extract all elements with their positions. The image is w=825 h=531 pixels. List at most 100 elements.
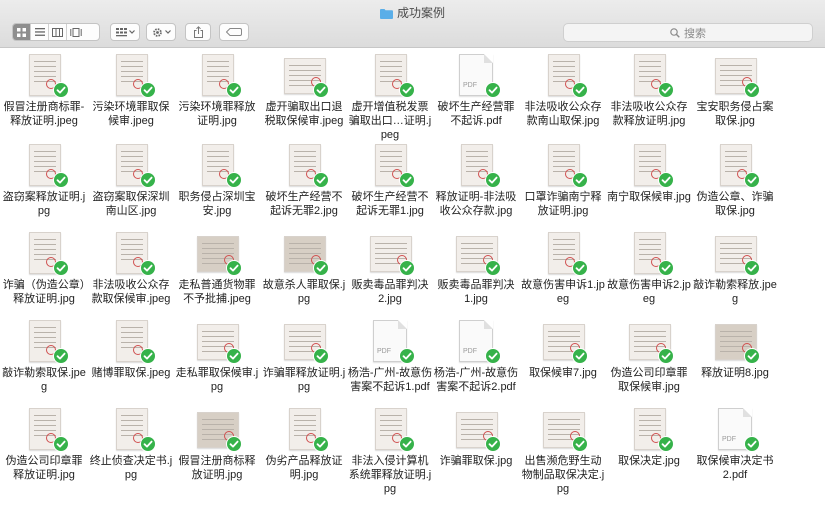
file-name: 诈骗（伪造公章）释放证明.jpg: [2, 279, 86, 305]
file-name: 虚开增值税发票骗取出口…证明.jpeg: [348, 101, 432, 141]
file-name: 非法入侵计算机系统罪释放证明.jpg: [348, 455, 432, 495]
file-name: 南宁取保候审.jpg: [607, 191, 691, 203]
synced-check-icon: [572, 82, 588, 98]
file-name: 非法吸收公众存款南山取保.jpg: [524, 101, 602, 127]
file-name: 盗窃案取保深圳南山区.jpg: [92, 191, 170, 217]
search-placeholder: 搜索: [684, 27, 706, 40]
chevron-down-icon: [128, 30, 135, 34]
synced-check-icon: [140, 260, 156, 276]
view-switcher: [12, 23, 100, 41]
file-name: 故意伤害申诉1.jpeg: [521, 279, 605, 305]
file-name: 盗窃案释放证明.jpg: [2, 191, 86, 217]
synced-check-icon: [226, 82, 242, 98]
synced-check-icon: [572, 436, 588, 452]
synced-check-icon: [658, 260, 674, 276]
file-name: 取保决定.jpg: [618, 455, 680, 467]
file-name: 故意伤害申诉2.jpeg: [607, 279, 691, 305]
file-name: 假冒注册商标释放证明.jpg: [178, 455, 256, 481]
synced-check-icon: [53, 348, 69, 364]
synced-check-icon: [658, 348, 674, 364]
synced-check-icon: [399, 82, 415, 98]
synced-check-icon: [53, 436, 69, 452]
file-name: 故意杀人罪取保.jpg: [262, 279, 346, 305]
file-name: 破坏生产经营不起诉无罪1.jpg: [351, 191, 429, 217]
synced-check-icon: [313, 348, 329, 364]
file-name: 非法吸收公众存款释放证明.jpg: [610, 101, 688, 127]
synced-check-icon: [226, 436, 242, 452]
synced-check-icon: [485, 172, 501, 188]
synced-check-icon: [399, 436, 415, 452]
file-name: 释放证明-非法吸收公众存款.jpg: [435, 191, 517, 217]
file-name: 贩卖毒品罪判决1.jpg: [437, 279, 515, 305]
synced-check-icon: [53, 82, 69, 98]
file-name: 虚开骗取出口退税取保候审.jpeg: [264, 101, 344, 127]
gallery-view-button[interactable]: [67, 24, 84, 40]
share-button[interactable]: [185, 23, 211, 41]
tag-button[interactable]: [219, 23, 249, 41]
gear-icon: [152, 27, 162, 37]
file-icon-grid: 假冒注册商标罪-释放证明.jpeg 污染环境罪取保候审.jpeg 污染环境罪释放证明…: [0, 48, 825, 531]
column-view-button[interactable]: [49, 24, 67, 40]
synced-check-icon: [140, 348, 156, 364]
action-menu-button[interactable]: [146, 23, 176, 41]
file-name: 诈骗罪释放证明.jpg: [262, 367, 346, 393]
file-name: 污染环境罪释放证明.jpg: [178, 101, 256, 127]
file-name: 贩卖毒品罪判决2.jpg: [351, 279, 429, 305]
list-view-icon: [34, 28, 45, 36]
icon-view-icon: [17, 27, 26, 37]
file-name: 诈骗罪取保.jpg: [439, 455, 513, 467]
file-name: 走私罪取保候审.jpg: [175, 367, 259, 393]
synced-check-icon: [140, 82, 156, 98]
toolbar: 成功案例 搜索: [0, 0, 825, 48]
chevron-down-icon: [164, 30, 171, 34]
icon-view-button[interactable]: [13, 24, 31, 40]
synced-check-icon: [313, 82, 329, 98]
synced-check-icon: [313, 436, 329, 452]
synced-check-icon: [226, 348, 242, 364]
file-name: 杨浩-广州-故意伤害案不起诉1.pdf: [347, 367, 433, 393]
synced-check-icon: [572, 172, 588, 188]
file-name: 伪劣产品释放证明.jpg: [265, 455, 343, 481]
finder-window: 成功案例 搜索 假冒注册商标罪-释放证明.jpeg 污染环境罪取保候审.jpeg…: [0, 0, 825, 531]
synced-check-icon: [53, 172, 69, 188]
synced-check-icon: [485, 260, 501, 276]
synced-check-icon: [399, 348, 415, 364]
synced-check-icon: [744, 82, 760, 98]
group-grid-icon: [115, 27, 127, 36]
list-view-button[interactable]: [31, 24, 49, 40]
file-name: 释放证明8.jpg: [701, 367, 769, 379]
synced-check-icon: [399, 172, 415, 188]
synced-check-icon: [658, 172, 674, 188]
file-name: 杨浩-广州-故意伤害案不起诉2.pdf: [433, 367, 519, 393]
file-name: 终止侦查决定书.jpg: [89, 455, 173, 481]
file-name: 走私普通货物罪不予批捕.jpeg: [178, 279, 256, 305]
file-name: 非法吸收公众存款取保候审.jpeg: [91, 279, 171, 305]
file-name: 敲诈勒索释放.jpeg: [693, 279, 777, 305]
synced-check-icon: [485, 436, 501, 452]
synced-check-icon: [53, 260, 69, 276]
gallery-view-icon: [69, 27, 82, 37]
synced-check-icon: [744, 436, 760, 452]
synced-check-icon: [485, 348, 501, 364]
file-name: 伪造公司印章罪取保候审.jpg: [610, 367, 688, 393]
synced-check-icon: [140, 172, 156, 188]
window-title-text: 成功案例: [396, 6, 445, 20]
window-title: 成功案例: [0, 4, 825, 22]
tag-icon: [226, 28, 242, 36]
file-name: 敲诈勒索取保.jpeg: [2, 367, 86, 393]
file-name: 伪造公司印章罪释放证明.jpg: [5, 455, 83, 481]
file-name: 破坏生产经营不起诉无罪2.jpg: [265, 191, 343, 217]
synced-check-icon: [744, 172, 760, 188]
file-name: 宝安职务侵占案取保.jpg: [696, 101, 774, 127]
file-name: 取保候审决定书2.pdf: [696, 455, 774, 481]
group-menu-button[interactable]: [110, 23, 140, 41]
search-field[interactable]: 搜索: [563, 23, 813, 42]
synced-check-icon: [313, 172, 329, 188]
share-icon: [193, 26, 203, 38]
synced-check-icon: [572, 260, 588, 276]
file-name: 出售濒危野生动物制品取保决定.jpg: [521, 455, 605, 495]
synced-check-icon: [226, 260, 242, 276]
file-name: 职务侵占深圳宝安.jpg: [178, 191, 256, 217]
synced-check-icon: [658, 82, 674, 98]
synced-check-icon: [744, 260, 760, 276]
